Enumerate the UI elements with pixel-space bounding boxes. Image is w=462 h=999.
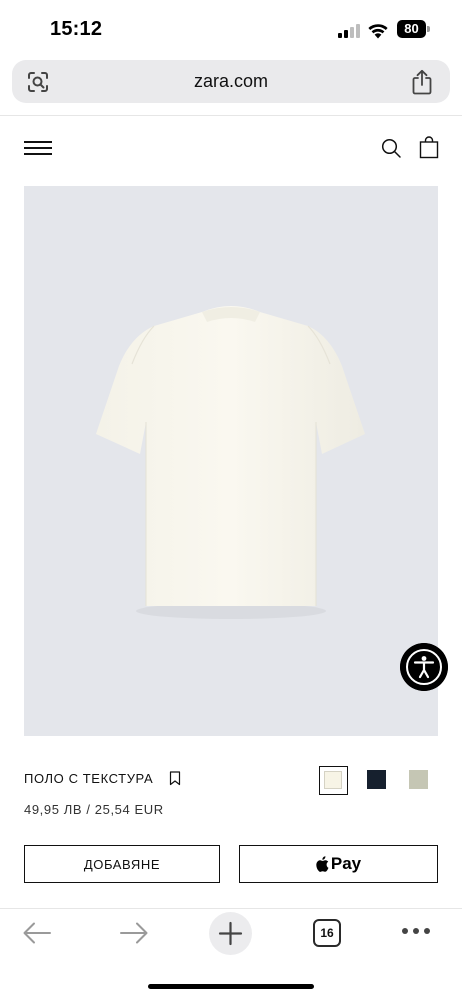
plus-icon [218,921,243,946]
url-text[interactable]: zara.com [12,71,450,92]
color-swatch-navy[interactable] [367,770,386,789]
product-name: ПОЛО С ТЕКСТУРА [24,771,154,786]
tab-switcher-button[interactable]: 16 [313,919,341,947]
divider [0,908,462,909]
accessibility-icon[interactable] [400,643,448,691]
divider [0,115,462,116]
cellular-signal-icon [338,24,362,38]
color-swatch-off-white[interactable] [319,766,348,795]
bookmark-icon[interactable] [169,771,181,786]
search-icon[interactable] [380,137,402,159]
status-bar: 15:12 80 [0,0,462,58]
apple-pay-button[interactable]: Pay [239,845,438,883]
apple-logo-icon [316,856,329,872]
status-time: 15:12 [50,18,103,40]
shopping-bag-icon[interactable] [419,136,439,159]
new-tab-button[interactable] [209,912,252,955]
shirt-photo [96,306,365,619]
add-button-label: ДОБАВЯНЕ [83,856,161,872]
product-image[interactable] [24,186,438,736]
product-price: 49,95 ЛВ / 25,54 EUR [24,802,164,817]
add-to-cart-button[interactable]: ДОБАВЯНЕ [24,845,220,883]
battery-level: 80 [397,20,426,38]
wifi-icon [368,24,388,39]
back-arrow-icon[interactable] [22,920,52,946]
hamburger-menu-icon[interactable] [24,140,52,156]
home-indicator [148,984,314,989]
battery-icon: 80 [397,20,430,38]
share-icon[interactable] [411,69,433,95]
pay-button-label: Pay [330,854,362,873]
more-dots-icon[interactable] [401,928,431,936]
forward-arrow-icon[interactable] [119,920,149,946]
color-swatch-sage[interactable] [409,770,428,789]
address-bar[interactable]: zara.com [12,60,450,103]
